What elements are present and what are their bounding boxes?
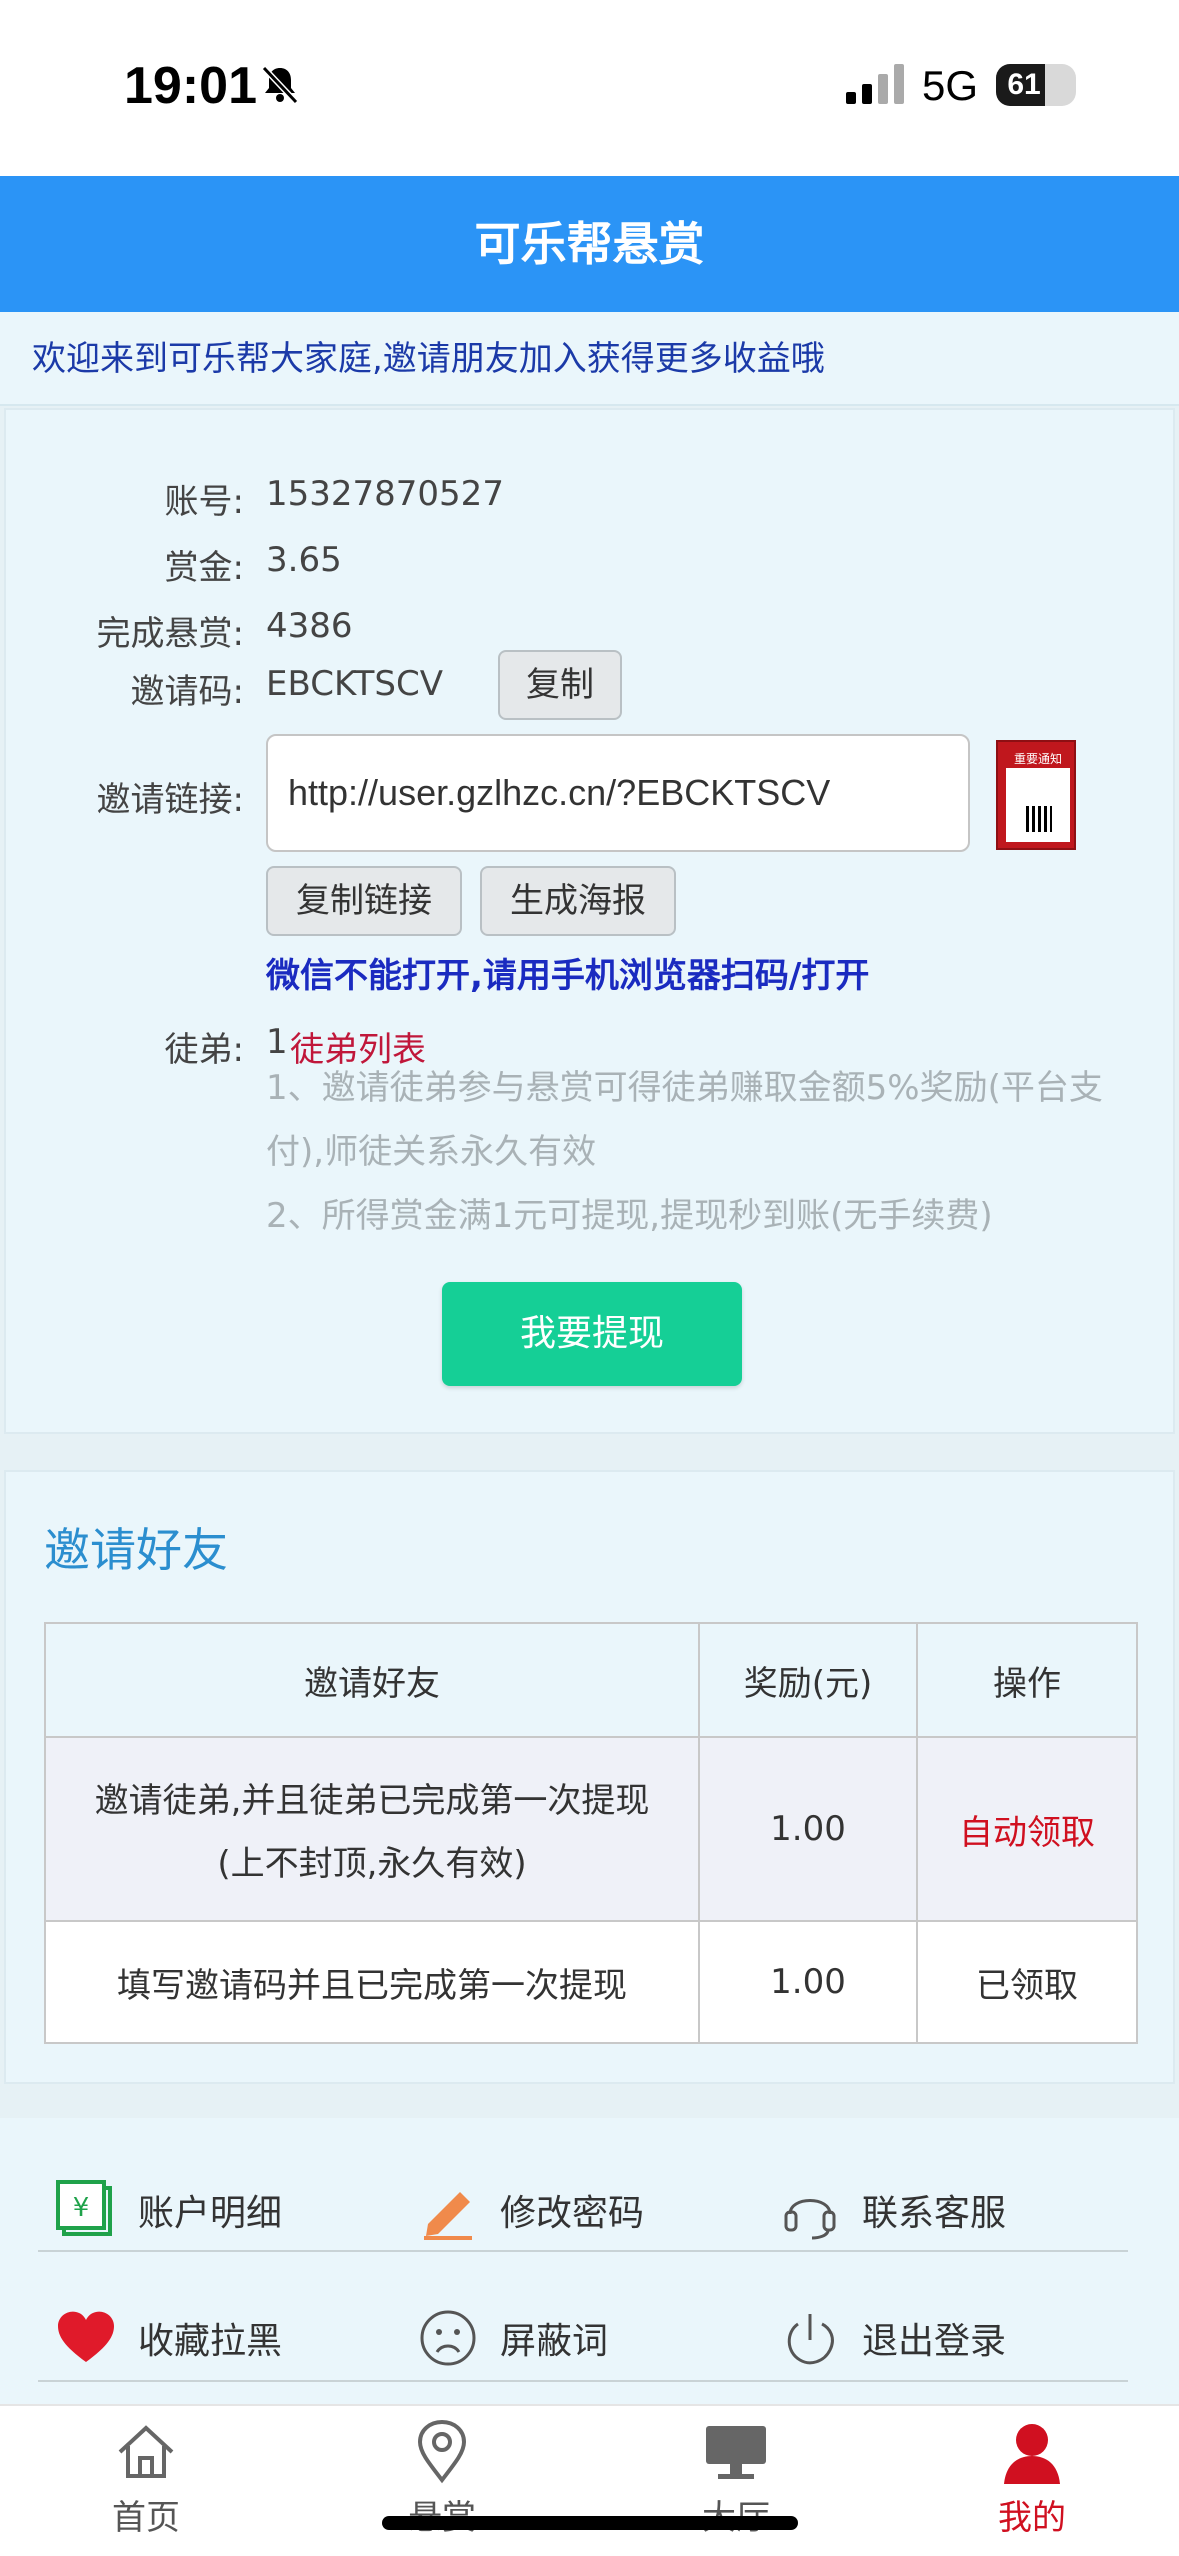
- pencil-icon: [424, 2192, 472, 2240]
- power-icon: [787, 2314, 834, 2365]
- menu-item-label: 屏蔽词: [500, 2321, 609, 2362]
- welcome-banner: 欢迎来到可乐帮大家庭,邀请朋友加入获得更多收益哦: [0, 312, 1179, 406]
- account-label: 账号:: [164, 482, 244, 522]
- poster-thumbnail[interactable]: 重要通知: [996, 740, 1076, 850]
- copy-code-button[interactable]: 复制: [498, 650, 622, 720]
- account-value: 15327870527: [266, 474, 504, 514]
- rule-1-line1: 1、邀请徒弟参与悬赏可得徒弟赚取金额5%奖励(平台支: [266, 1068, 1103, 1108]
- tab-label: 我的: [998, 2498, 1066, 2538]
- menu-item-label: 收藏拉黑: [138, 2321, 283, 2362]
- user-icon: [1004, 2424, 1060, 2484]
- menu-item-change-password[interactable]: 修改密码: [416, 2160, 644, 2260]
- table-row: 邀请徒弟,并且徒弟已完成第一次提现 (上不封顶,永久有效) 1.00 自动领取: [44, 1736, 1138, 1922]
- table-row: 填写邀请码并且已完成第一次提现 1.00 已领取: [44, 1920, 1138, 2044]
- tab-label: 悬赏: [362, 2490, 522, 2539]
- row-desc: 邀请徒弟,并且徒弟已完成第一次提现 (上不封顶,永久有效): [44, 1736, 700, 1922]
- tab-home[interactable]: 首页: [66, 2418, 226, 2539]
- tab-mine[interactable]: 我的: [952, 2418, 1112, 2539]
- money-icon: ¥: [56, 2180, 112, 2236]
- monitor-icon: [706, 2426, 766, 2479]
- apprentice-label: 徒弟:: [164, 1030, 244, 1070]
- menu-item-label: 联系客服: [862, 2193, 1007, 2234]
- home-indicator: [382, 2516, 798, 2530]
- row-action-auto-claim[interactable]: 自动领取: [916, 1736, 1138, 1922]
- headset-icon: [784, 2199, 836, 2240]
- menu-item-account-details[interactable]: ¥ 账户明细: [54, 2160, 282, 2260]
- invite-link-label: 邀请链接:: [96, 780, 244, 820]
- battery-icon: 61: [996, 64, 1076, 106]
- menu-item-customer-service[interactable]: 联系客服: [778, 2160, 1006, 2260]
- home-icon: [118, 2425, 174, 2478]
- bounty-label: 赏金:: [164, 548, 244, 588]
- menu-item-label: 账户明细: [138, 2193, 283, 2234]
- sad-face-icon: [420, 2310, 476, 2366]
- rule-2: 2、所得赏金满1元可提现,提现秒到账(无手续费): [266, 1196, 993, 1236]
- reward-table: 邀请好友 奖励(元) 操作 邀请徒弟,并且徒弟已完成第一次提现 (上不封顶,永久…: [44, 1622, 1138, 2044]
- column-header: 邀请好友: [44, 1622, 700, 1738]
- account-menu: ¥ 账户明细 修改密码 联系客服 收藏拉黑 屏蔽词 退出登录: [0, 2118, 1179, 2404]
- signal-icon: [846, 64, 904, 104]
- row-desc-line1: 邀请徒弟,并且徒弟已完成第一次提现: [94, 1781, 650, 1821]
- battery-level: 61: [1007, 68, 1041, 101]
- rule-1-line2: 付),师徒关系永久有效: [266, 1132, 597, 1172]
- column-header: 奖励(元): [698, 1622, 918, 1738]
- row-reward: 1.00: [698, 1920, 918, 2044]
- menu-item-label: 修改密码: [500, 2193, 645, 2234]
- wechat-notice: 微信不能打开,请用手机浏览器扫码/打开: [266, 956, 870, 996]
- tab-label: 大厅: [656, 2490, 816, 2539]
- menu-divider: [38, 2250, 1128, 2252]
- poster-thumbnail-title: 重要通知: [1013, 752, 1062, 766]
- tab-label: 首页: [112, 2498, 180, 2538]
- account-card: 账号: 15327870527 赏金: 3.65 完成悬赏: 4386 邀请码:…: [4, 408, 1175, 1434]
- invite-code-value: EBCKTSCV: [266, 664, 443, 704]
- menu-item-favorites-blacklist[interactable]: 收藏拉黑: [54, 2288, 282, 2388]
- network-type: 5G: [922, 62, 979, 109]
- menu-item-blocked-words[interactable]: 屏蔽词: [416, 2288, 608, 2388]
- menu-divider: [38, 2380, 1128, 2382]
- copy-link-button[interactable]: 复制链接: [266, 866, 462, 936]
- row-action-claimed: 已领取: [916, 1920, 1138, 2044]
- invite-link-field[interactable]: http://user.gzlhzc.cn/?EBCKTSCV: [266, 734, 970, 852]
- invite-code-label: 邀请码:: [130, 672, 244, 712]
- heart-icon: [58, 2311, 114, 2362]
- bottom-tab-bar: 首页 悬赏 大厅 我的: [0, 2404, 1179, 2556]
- row-desc-line2: (上不封顶,永久有效): [217, 1844, 527, 1884]
- qr-code-icon: [1026, 806, 1052, 832]
- bell-muted-icon: [261, 65, 299, 105]
- bounty-value: 3.65: [266, 540, 342, 580]
- table-header: 邀请好友 奖励(元) 操作: [44, 1622, 1138, 1738]
- withdraw-button[interactable]: 我要提现: [442, 1282, 742, 1386]
- completed-value: 4386: [266, 606, 353, 646]
- row-reward: 1.00: [698, 1736, 918, 1922]
- generate-poster-button[interactable]: 生成海报: [480, 866, 676, 936]
- invite-section: 邀请好友 邀请好友 奖励(元) 操作 邀请徒弟,并且徒弟已完成第一次提现 (上不…: [4, 1470, 1175, 2084]
- page-title: 可乐帮悬赏: [0, 176, 1179, 312]
- menu-item-logout[interactable]: 退出登录: [778, 2288, 1006, 2388]
- svg-text:¥: ¥: [73, 2193, 90, 2223]
- invite-section-title: 邀请好友: [44, 1523, 228, 1577]
- row-desc: 填写邀请码并且已完成第一次提现: [44, 1920, 700, 2044]
- status-time: 19:01: [124, 57, 257, 115]
- status-bar: 19:01 5G 61: [0, 0, 1179, 176]
- completed-label: 完成悬赏:: [96, 614, 244, 654]
- location-pin-icon: [417, 2419, 467, 2484]
- menu-item-label: 退出登录: [862, 2321, 1007, 2362]
- column-header: 操作: [916, 1622, 1138, 1738]
